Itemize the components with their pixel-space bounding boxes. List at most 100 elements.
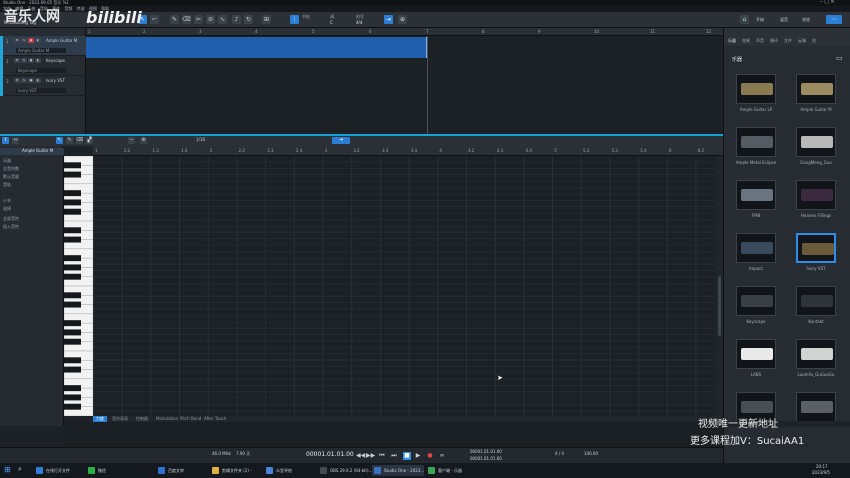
plugin-tile[interactable] bbox=[732, 392, 780, 439]
black-key[interactable] bbox=[64, 190, 81, 197]
plugin-tile[interactable]: Kontakt bbox=[792, 286, 840, 333]
taskbar-item[interactable]: 在线打开文件 bbox=[34, 465, 70, 476]
solo-button[interactable]: S bbox=[21, 58, 27, 63]
forward-icon[interactable]: ▶▶ bbox=[366, 452, 375, 460]
clock-time[interactable]: 20:17 bbox=[816, 465, 828, 469]
start-page-icon[interactable]: ⌂ bbox=[740, 15, 749, 24]
taskbar-item[interactable]: 微信 bbox=[86, 465, 106, 476]
tab-effects[interactable]: 效果 bbox=[742, 39, 750, 43]
plugin-tile[interactable]: FM8 bbox=[732, 180, 780, 227]
time-display[interactable]: 00001.01.01.00 bbox=[306, 452, 354, 458]
midi-event[interactable] bbox=[86, 37, 427, 58]
taskbar-item[interactable]: 客户端 - 乐器 bbox=[426, 465, 462, 476]
velocity-lane[interactable] bbox=[64, 422, 723, 447]
time-signature[interactable]: 4 / 4 bbox=[555, 452, 564, 456]
snap-icon[interactable]: ⋮ bbox=[290, 15, 299, 24]
track-instrument[interactable]: Ivory VST bbox=[16, 88, 66, 93]
tab-instruments[interactable]: 乐器 bbox=[728, 39, 736, 43]
record-button[interactable]: ● bbox=[28, 58, 34, 63]
track-instrument[interactable]: Ample Guitar M bbox=[16, 48, 66, 53]
monitor-button[interactable]: ◐ bbox=[35, 58, 41, 63]
black-key[interactable] bbox=[64, 162, 81, 169]
tempo[interactable]: 140.00 bbox=[584, 452, 598, 456]
inspector-toggle-icon[interactable]: i bbox=[2, 137, 9, 144]
black-key[interactable] bbox=[64, 273, 81, 280]
black-key[interactable] bbox=[64, 403, 81, 410]
black-key[interactable] bbox=[64, 320, 81, 327]
browse-label[interactable]: 浏览 bbox=[802, 18, 810, 22]
mute-tool-icon[interactable]: ⊘ bbox=[206, 15, 215, 24]
loop-icon[interactable]: ∞ bbox=[438, 452, 446, 460]
plugin-tile[interactable]: Ample Guitar LP bbox=[732, 74, 780, 121]
expand-icon[interactable]: ⇔ bbox=[12, 137, 19, 144]
track-row[interactable]: 1 M S ● ◐ Ample Guitar M Ample Guitar M bbox=[0, 36, 86, 56]
black-key[interactable] bbox=[64, 394, 81, 401]
pencil-tool-icon[interactable]: ✎ bbox=[66, 137, 73, 144]
search-icon[interactable]: ⌕ bbox=[18, 466, 22, 473]
track-row[interactable]: 3 M S ● ◐ Ivory VST Ivory VST bbox=[0, 76, 86, 96]
piano-keys[interactable] bbox=[63, 155, 94, 417]
black-key[interactable] bbox=[64, 264, 81, 271]
scrollbar-thumb[interactable] bbox=[718, 276, 721, 336]
black-key[interactable] bbox=[64, 208, 81, 215]
record-button[interactable]: ● bbox=[28, 38, 34, 43]
instrument-header[interactable]: Ample Guitar M bbox=[0, 148, 64, 155]
monitor-button[interactable]: ◐ bbox=[35, 38, 41, 43]
black-key[interactable] bbox=[64, 227, 81, 234]
tab-pool[interactable]: 池 bbox=[812, 39, 816, 43]
track-row[interactable]: 2 M S ● ◐ Keyscape Keyscape bbox=[0, 56, 86, 76]
eraser-tool-icon[interactable]: ⌫ bbox=[76, 137, 83, 144]
black-key[interactable] bbox=[64, 292, 81, 299]
paint-tool-icon[interactable]: ▞ bbox=[86, 137, 93, 144]
arrow-tool-icon[interactable]: ↖ bbox=[56, 137, 63, 144]
snap-icon[interactable]: ⇥ bbox=[332, 137, 350, 144]
black-key[interactable] bbox=[64, 301, 81, 308]
windows-start-icon[interactable]: ⊞ bbox=[4, 466, 11, 474]
taskbar-item[interactable]: 众里寻他 bbox=[264, 465, 292, 476]
timesig-value[interactable]: 4/4 bbox=[356, 21, 362, 25]
plugin-tile[interactable]: Ample Metal Eclipse bbox=[732, 127, 780, 174]
plugin-tile[interactable]: Keyscape bbox=[732, 286, 780, 333]
key-value[interactable]: C bbox=[330, 21, 333, 25]
solo-button[interactable]: S bbox=[21, 38, 27, 43]
taskbar-item[interactable]: 百度文库 bbox=[156, 465, 184, 476]
quantize-value[interactable]: 1/16 bbox=[196, 138, 205, 142]
record-button[interactable]: ● bbox=[28, 78, 34, 83]
plugin-tile[interactable]: LuomYu_GuGuoGu bbox=[792, 339, 840, 386]
eraser-tool-icon[interactable]: ⌫ bbox=[182, 15, 191, 24]
tab-loops[interactable]: 循环 bbox=[770, 39, 778, 43]
black-key[interactable] bbox=[64, 255, 81, 262]
split-tool-icon[interactable]: ✂ bbox=[194, 15, 203, 24]
mute-button[interactable]: M bbox=[14, 58, 20, 63]
folder-icon[interactable]: ▭ bbox=[836, 55, 843, 62]
tab-cloud[interactable]: 云端 bbox=[798, 39, 806, 43]
tab-sounds[interactable]: 声音 bbox=[756, 39, 764, 43]
black-key[interactable] bbox=[64, 329, 81, 336]
black-key[interactable] bbox=[64, 366, 81, 373]
black-key[interactable] bbox=[64, 357, 81, 364]
editor-ruler[interactable]: 1 1.2 1.3 1.4 2 2.2 2.3 2.4 3 3.2 3.3 3.4 4 4.2 4.3 4.4… bbox=[93, 146, 723, 156]
taskbar-item[interactable]: 剪辑文件夹 (2) - bbox=[210, 465, 252, 476]
monitor-button[interactable]: ◐ bbox=[35, 78, 41, 83]
track-name[interactable]: Keyscape bbox=[46, 59, 65, 63]
note-grid[interactable] bbox=[93, 156, 716, 416]
black-key[interactable] bbox=[64, 236, 81, 243]
taskbar-item[interactable]: OBS 29.0.2 (64-bit)... bbox=[318, 465, 372, 476]
quantize-icon[interactable]: ⊞ bbox=[262, 15, 271, 24]
plugin-tile[interactable]: Heaven Fillings bbox=[792, 180, 840, 227]
start-page-label[interactable]: 开始 bbox=[756, 18, 764, 22]
loop-icon[interactable]: ↻ bbox=[244, 15, 253, 24]
autoscroll-icon[interactable]: ⇥ bbox=[384, 15, 393, 24]
tab-files[interactable]: 文件 bbox=[784, 39, 792, 43]
plugin-tile[interactable]: GangMeng_Guo bbox=[792, 127, 840, 174]
track-name[interactable]: Ample Guitar M bbox=[46, 39, 77, 43]
vertical-scrollbar[interactable] bbox=[716, 156, 723, 416]
mute-button[interactable]: M bbox=[14, 38, 20, 43]
black-key[interactable] bbox=[64, 199, 81, 206]
line-tool-icon[interactable]: ∼ bbox=[128, 137, 135, 144]
go-end-icon[interactable]: ⏭ bbox=[390, 452, 398, 460]
black-key[interactable] bbox=[64, 385, 81, 392]
zoom-icon[interactable]: ⊕ bbox=[140, 137, 147, 144]
black-key[interactable] bbox=[64, 171, 81, 178]
track-name[interactable]: Ivory VST bbox=[46, 79, 65, 83]
